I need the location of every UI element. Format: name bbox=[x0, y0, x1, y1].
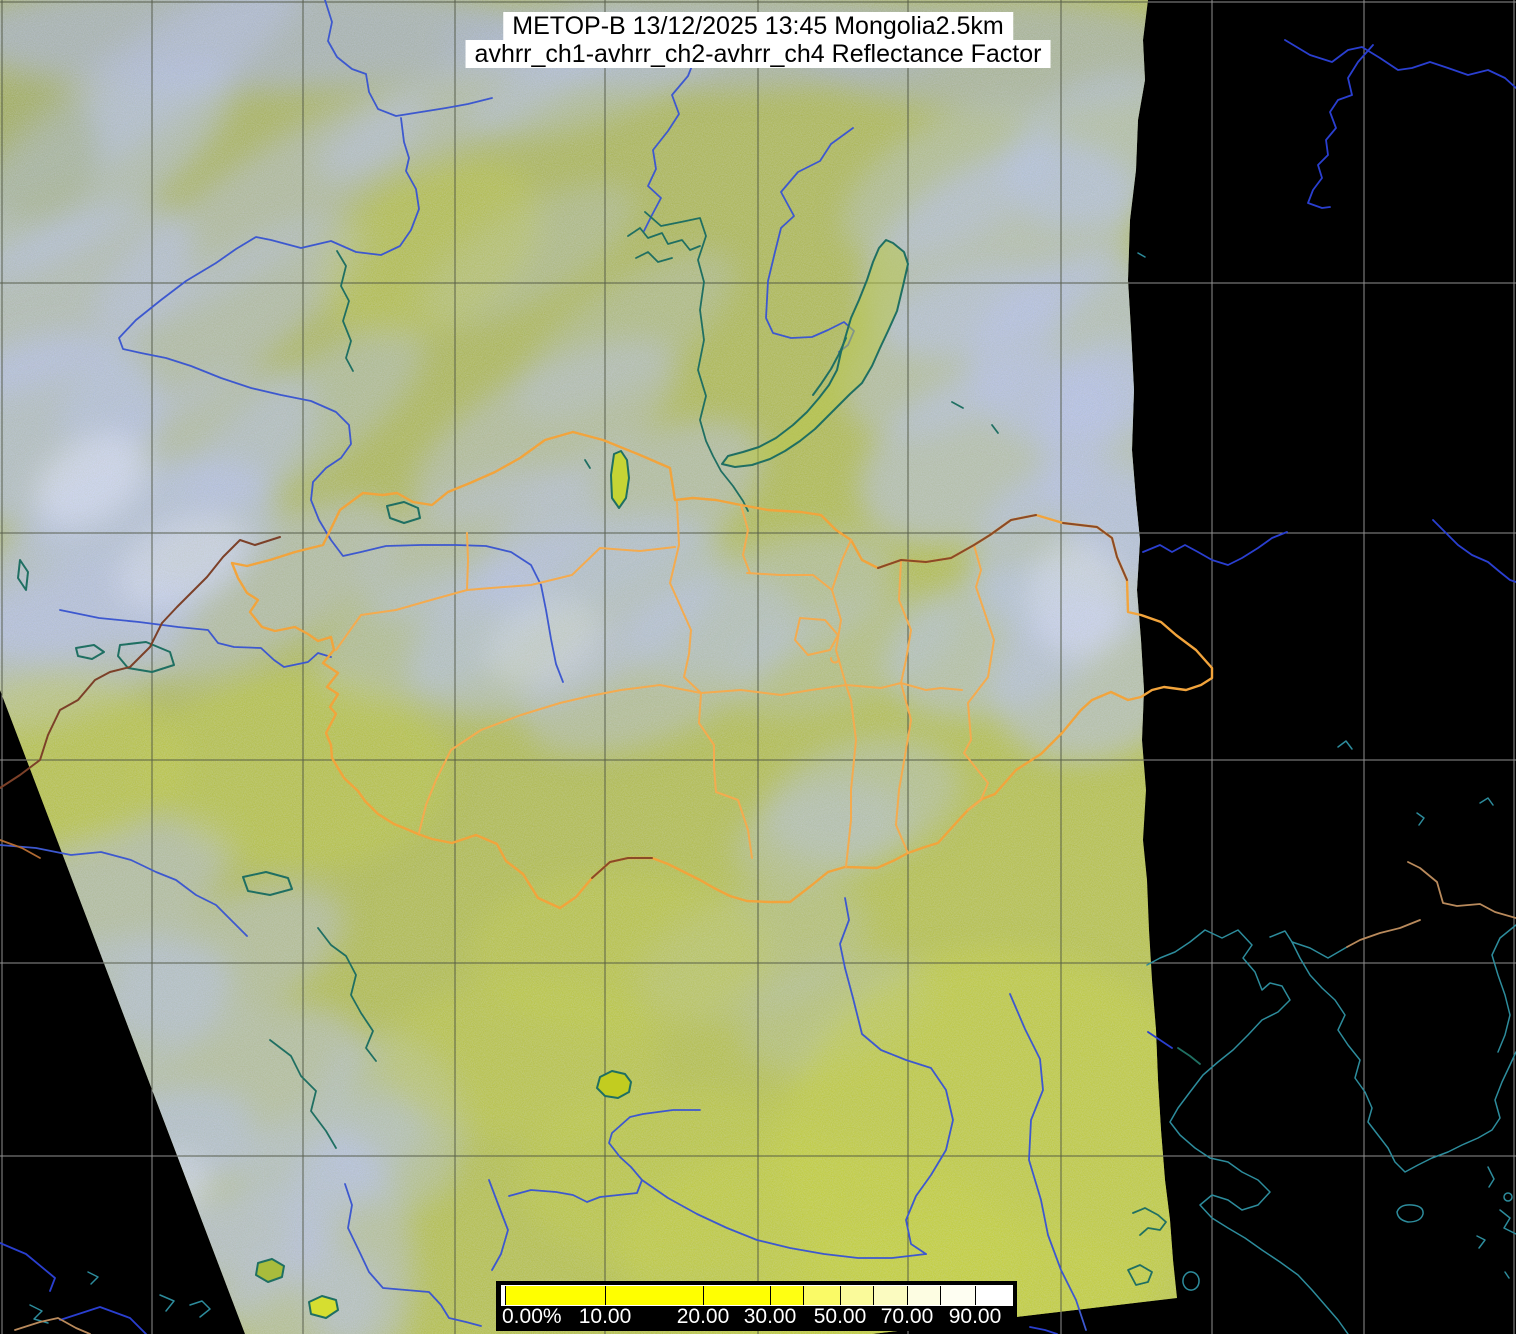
color-scale-segment bbox=[505, 1286, 605, 1305]
reflectance-color-scale: 0.00% 10.00 20.00 30.00 50.00 70.00 90.00 bbox=[496, 1281, 1017, 1331]
color-scale-segment bbox=[770, 1286, 803, 1305]
product-title: METOP-B 13/12/2025 13:45 Mongolia2.5km bbox=[503, 12, 1013, 40]
color-scale-gradient bbox=[501, 1285, 1013, 1306]
color-scale-segment bbox=[840, 1286, 873, 1305]
color-scale-tick-label: 50.00 bbox=[814, 1306, 867, 1328]
color-scale-tick-label: 20.00 bbox=[677, 1306, 730, 1328]
color-scale-tick-label: 10.00 bbox=[579, 1306, 632, 1328]
color-scale-tick-label: 30.00 bbox=[744, 1306, 797, 1328]
color-scale-segment bbox=[907, 1286, 940, 1305]
color-scale-segment bbox=[605, 1286, 703, 1305]
color-scale-tick-label: 0.00% bbox=[502, 1306, 562, 1328]
color-scale-segment bbox=[940, 1286, 975, 1305]
color-scale-segment bbox=[975, 1286, 1012, 1305]
satellite-image-viewer: METOP-B 13/12/2025 13:45 Mongolia2.5km a… bbox=[0, 0, 1516, 1334]
product-subtitle: avhrr_ch1-avhrr_ch2-avhrr_ch4 Reflectanc… bbox=[466, 40, 1051, 68]
color-scale-segment bbox=[873, 1286, 907, 1305]
color-scale-tick-label: 90.00 bbox=[949, 1306, 1002, 1328]
color-scale-tick-label: 70.00 bbox=[881, 1306, 934, 1328]
color-scale-segment bbox=[703, 1286, 770, 1305]
satellite-map bbox=[0, 0, 1516, 1334]
color-scale-segment bbox=[803, 1286, 840, 1305]
